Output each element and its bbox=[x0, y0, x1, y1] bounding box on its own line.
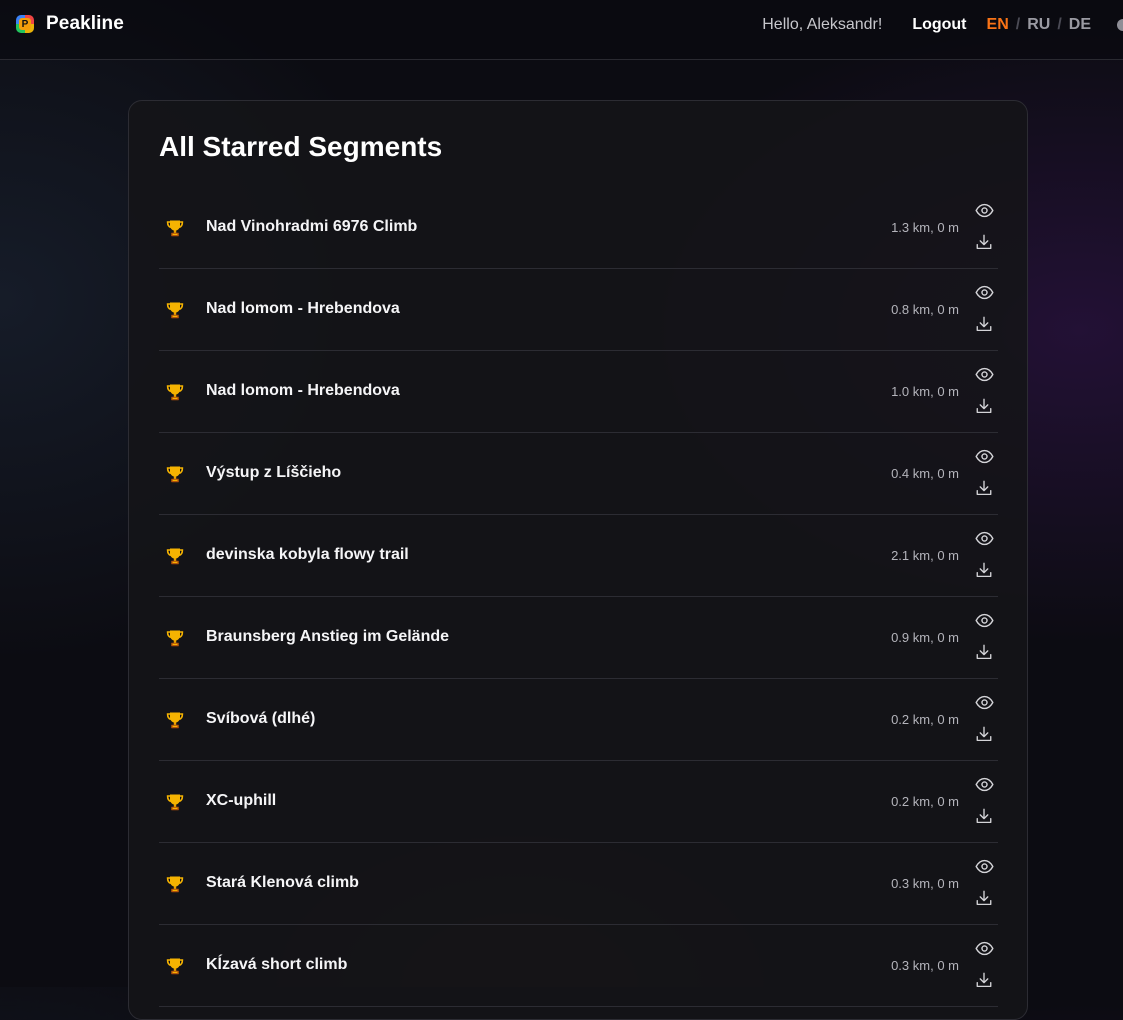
segment-stats: 0.2 km, 0 m bbox=[891, 712, 959, 727]
view-segment-button[interactable] bbox=[974, 938, 994, 958]
segment-name[interactable]: Svíbová (dlhé) bbox=[206, 710, 315, 728]
segment-name[interactable]: XC-uphill bbox=[206, 792, 276, 810]
download-icon bbox=[976, 972, 992, 988]
trophy-icon bbox=[165, 956, 185, 976]
eye-icon bbox=[974, 777, 994, 791]
trophy-icon bbox=[165, 628, 185, 648]
segment-row[interactable]: Stará Klenová climb 0.3 km, 0 m bbox=[159, 843, 998, 925]
trophy-icon bbox=[165, 546, 185, 566]
top-bar: P Peakline Hello, Aleksandr! Logout EN /… bbox=[0, 0, 1123, 60]
download-icon bbox=[976, 726, 992, 742]
download-segment-button[interactable] bbox=[974, 478, 994, 498]
segment-name[interactable]: Nad lomom - Hrebendova bbox=[206, 300, 400, 318]
view-segment-button[interactable] bbox=[974, 610, 994, 630]
segment-stats: 0.4 km, 0 m bbox=[891, 466, 959, 481]
user-greeting: Hello, Aleksandr! bbox=[762, 16, 883, 33]
segment-row[interactable]: XC-uphill 0.2 km, 0 m bbox=[159, 761, 998, 843]
segment-name[interactable]: Nad Vinohradmi 6976 Climb bbox=[206, 218, 417, 236]
brand-name: Peakline bbox=[46, 13, 124, 34]
trophy-icon bbox=[165, 300, 185, 320]
eye-icon bbox=[974, 449, 994, 463]
segment-row[interactable]: Svíbová (dlhé) 0.2 km, 0 m bbox=[159, 679, 998, 761]
download-icon bbox=[976, 808, 992, 824]
download-icon bbox=[976, 480, 992, 496]
logo-letter: P bbox=[19, 18, 31, 30]
segment-name[interactable]: devinska kobyla flowy trail bbox=[206, 546, 409, 564]
download-segment-button[interactable] bbox=[974, 642, 994, 662]
download-segment-button[interactable] bbox=[974, 396, 994, 416]
segment-list: Nad Vinohradmi 6976 Climb 1.3 km, 0 m Na… bbox=[159, 187, 998, 1007]
segment-row[interactable]: Kĺzavá short climb 0.3 km, 0 m bbox=[159, 925, 998, 1007]
download-segment-button[interactable] bbox=[974, 970, 994, 990]
download-segment-button[interactable] bbox=[974, 560, 994, 580]
segment-name[interactable]: Stará Klenová climb bbox=[206, 874, 359, 892]
starred-segments-card: All Starred Segments Nad Vinohradmi 6976… bbox=[128, 100, 1028, 1020]
view-segment-button[interactable] bbox=[974, 282, 994, 302]
segment-name[interactable]: Kĺzavá short climb bbox=[206, 956, 347, 974]
download-segment-button[interactable] bbox=[974, 314, 994, 334]
view-segment-button[interactable] bbox=[974, 446, 994, 466]
segment-row[interactable]: Nad lomom - Hrebendova 1.0 km, 0 m bbox=[159, 351, 998, 433]
segment-row[interactable]: Braunsberg Anstieg im Gelände 0.9 km, 0 … bbox=[159, 597, 998, 679]
view-segment-button[interactable] bbox=[974, 692, 994, 712]
download-segment-button[interactable] bbox=[974, 888, 994, 908]
segment-stats: 0.9 km, 0 m bbox=[891, 630, 959, 645]
lang-separator: / bbox=[1015, 16, 1021, 33]
eye-icon bbox=[974, 203, 994, 217]
segment-stats: 2.1 km, 0 m bbox=[891, 548, 959, 563]
theme-toggle-icon[interactable] bbox=[1117, 19, 1123, 31]
segment-stats: 0.2 km, 0 m bbox=[891, 794, 959, 809]
segment-stats: 0.3 km, 0 m bbox=[891, 876, 959, 891]
download-segment-button[interactable] bbox=[974, 724, 994, 744]
segment-row[interactable]: Nad lomom - Hrebendova 0.8 km, 0 m bbox=[159, 269, 998, 351]
lang-en-link[interactable]: EN bbox=[987, 16, 1009, 34]
eye-icon bbox=[974, 859, 994, 873]
segment-stats: 0.3 km, 0 m bbox=[891, 958, 959, 973]
download-segment-button[interactable] bbox=[974, 232, 994, 252]
download-icon bbox=[976, 562, 992, 578]
segment-stats: 1.3 km, 0 m bbox=[891, 220, 959, 235]
brand[interactable]: P Peakline bbox=[16, 13, 124, 35]
eye-icon bbox=[974, 285, 994, 299]
download-icon bbox=[976, 398, 992, 414]
eye-icon bbox=[974, 367, 994, 381]
trophy-icon bbox=[165, 382, 185, 402]
lang-separator: / bbox=[1057, 16, 1062, 33]
view-segment-button[interactable] bbox=[974, 856, 994, 876]
view-segment-button[interactable] bbox=[974, 528, 994, 548]
lang-de-link[interactable]: DE bbox=[1069, 16, 1091, 34]
view-segment-button[interactable] bbox=[974, 200, 994, 220]
view-segment-button[interactable] bbox=[974, 774, 994, 794]
trophy-icon bbox=[165, 218, 185, 238]
eye-icon bbox=[974, 531, 994, 545]
download-icon bbox=[976, 644, 992, 660]
trophy-icon bbox=[165, 464, 185, 484]
lang-ru-link[interactable]: RU bbox=[1027, 16, 1050, 34]
logout-button[interactable]: Logout bbox=[912, 16, 966, 34]
header-nav: Hello, Aleksandr! Logout EN / RU / DE bbox=[762, 14, 1123, 36]
download-icon bbox=[976, 890, 992, 906]
download-icon bbox=[976, 234, 992, 250]
segment-name[interactable]: Braunsberg Anstieg im Gelände bbox=[206, 628, 449, 646]
trophy-icon bbox=[165, 874, 185, 894]
segment-stats: 0.8 km, 0 m bbox=[891, 302, 959, 317]
segment-name[interactable]: Výstup z Líščieho bbox=[206, 464, 341, 482]
segment-row[interactable]: devinska kobyla flowy trail 2.1 km, 0 m bbox=[159, 515, 998, 597]
segment-row[interactable]: Výstup z Líščieho 0.4 km, 0 m bbox=[159, 433, 998, 515]
trophy-icon bbox=[165, 792, 185, 812]
eye-icon bbox=[974, 941, 994, 955]
eye-icon bbox=[974, 695, 994, 709]
view-segment-button[interactable] bbox=[974, 364, 994, 384]
trophy-icon bbox=[165, 710, 185, 730]
eye-icon bbox=[974, 613, 994, 627]
download-segment-button[interactable] bbox=[974, 806, 994, 826]
download-icon bbox=[976, 316, 992, 332]
segment-stats: 1.0 km, 0 m bbox=[891, 384, 959, 399]
page-title: All Starred Segments bbox=[159, 131, 443, 162]
peakline-logo-icon: P bbox=[16, 15, 34, 33]
segment-row[interactable]: Nad Vinohradmi 6976 Climb 1.3 km, 0 m bbox=[159, 187, 998, 269]
segment-name[interactable]: Nad lomom - Hrebendova bbox=[206, 382, 400, 400]
